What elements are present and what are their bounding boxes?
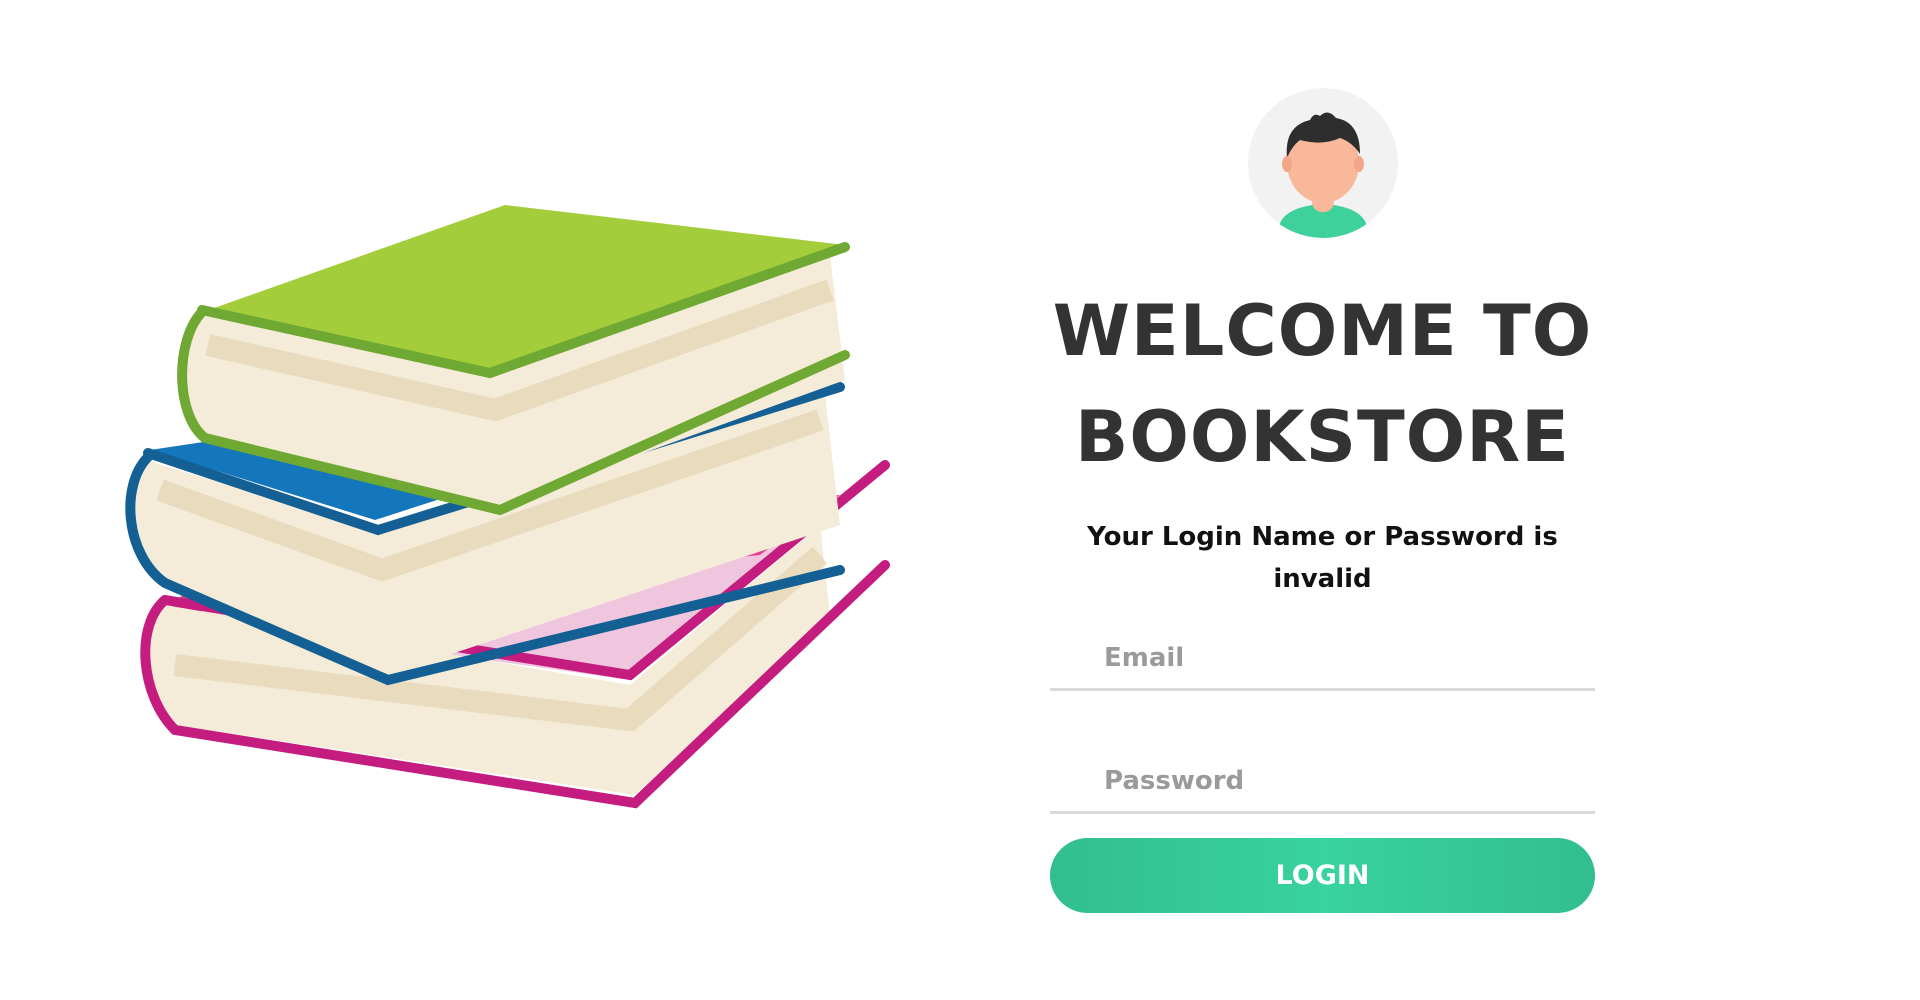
password-field-container xyxy=(1050,751,1595,814)
password-input[interactable] xyxy=(1050,751,1595,811)
login-panel: WELCOME TO BOOKSTORE Your Login Name or … xyxy=(1050,88,1595,913)
login-button[interactable]: LOGIN xyxy=(1050,838,1595,913)
email-input[interactable] xyxy=(1050,628,1595,688)
email-field-container xyxy=(1050,628,1595,691)
user-avatar-icon xyxy=(1247,88,1398,238)
title-line-1: WELCOME TO xyxy=(1052,290,1593,372)
login-page: WELCOME TO BOOKSTORE Your Login Name or … xyxy=(0,0,1920,1000)
page-title: WELCOME TO BOOKSTORE xyxy=(1050,278,1595,490)
title-line-2: BOOKSTORE xyxy=(1074,396,1570,478)
login-error-message: Your Login Name or Password is invalid xyxy=(1087,522,1558,594)
stacked-books-illustration xyxy=(125,205,890,809)
